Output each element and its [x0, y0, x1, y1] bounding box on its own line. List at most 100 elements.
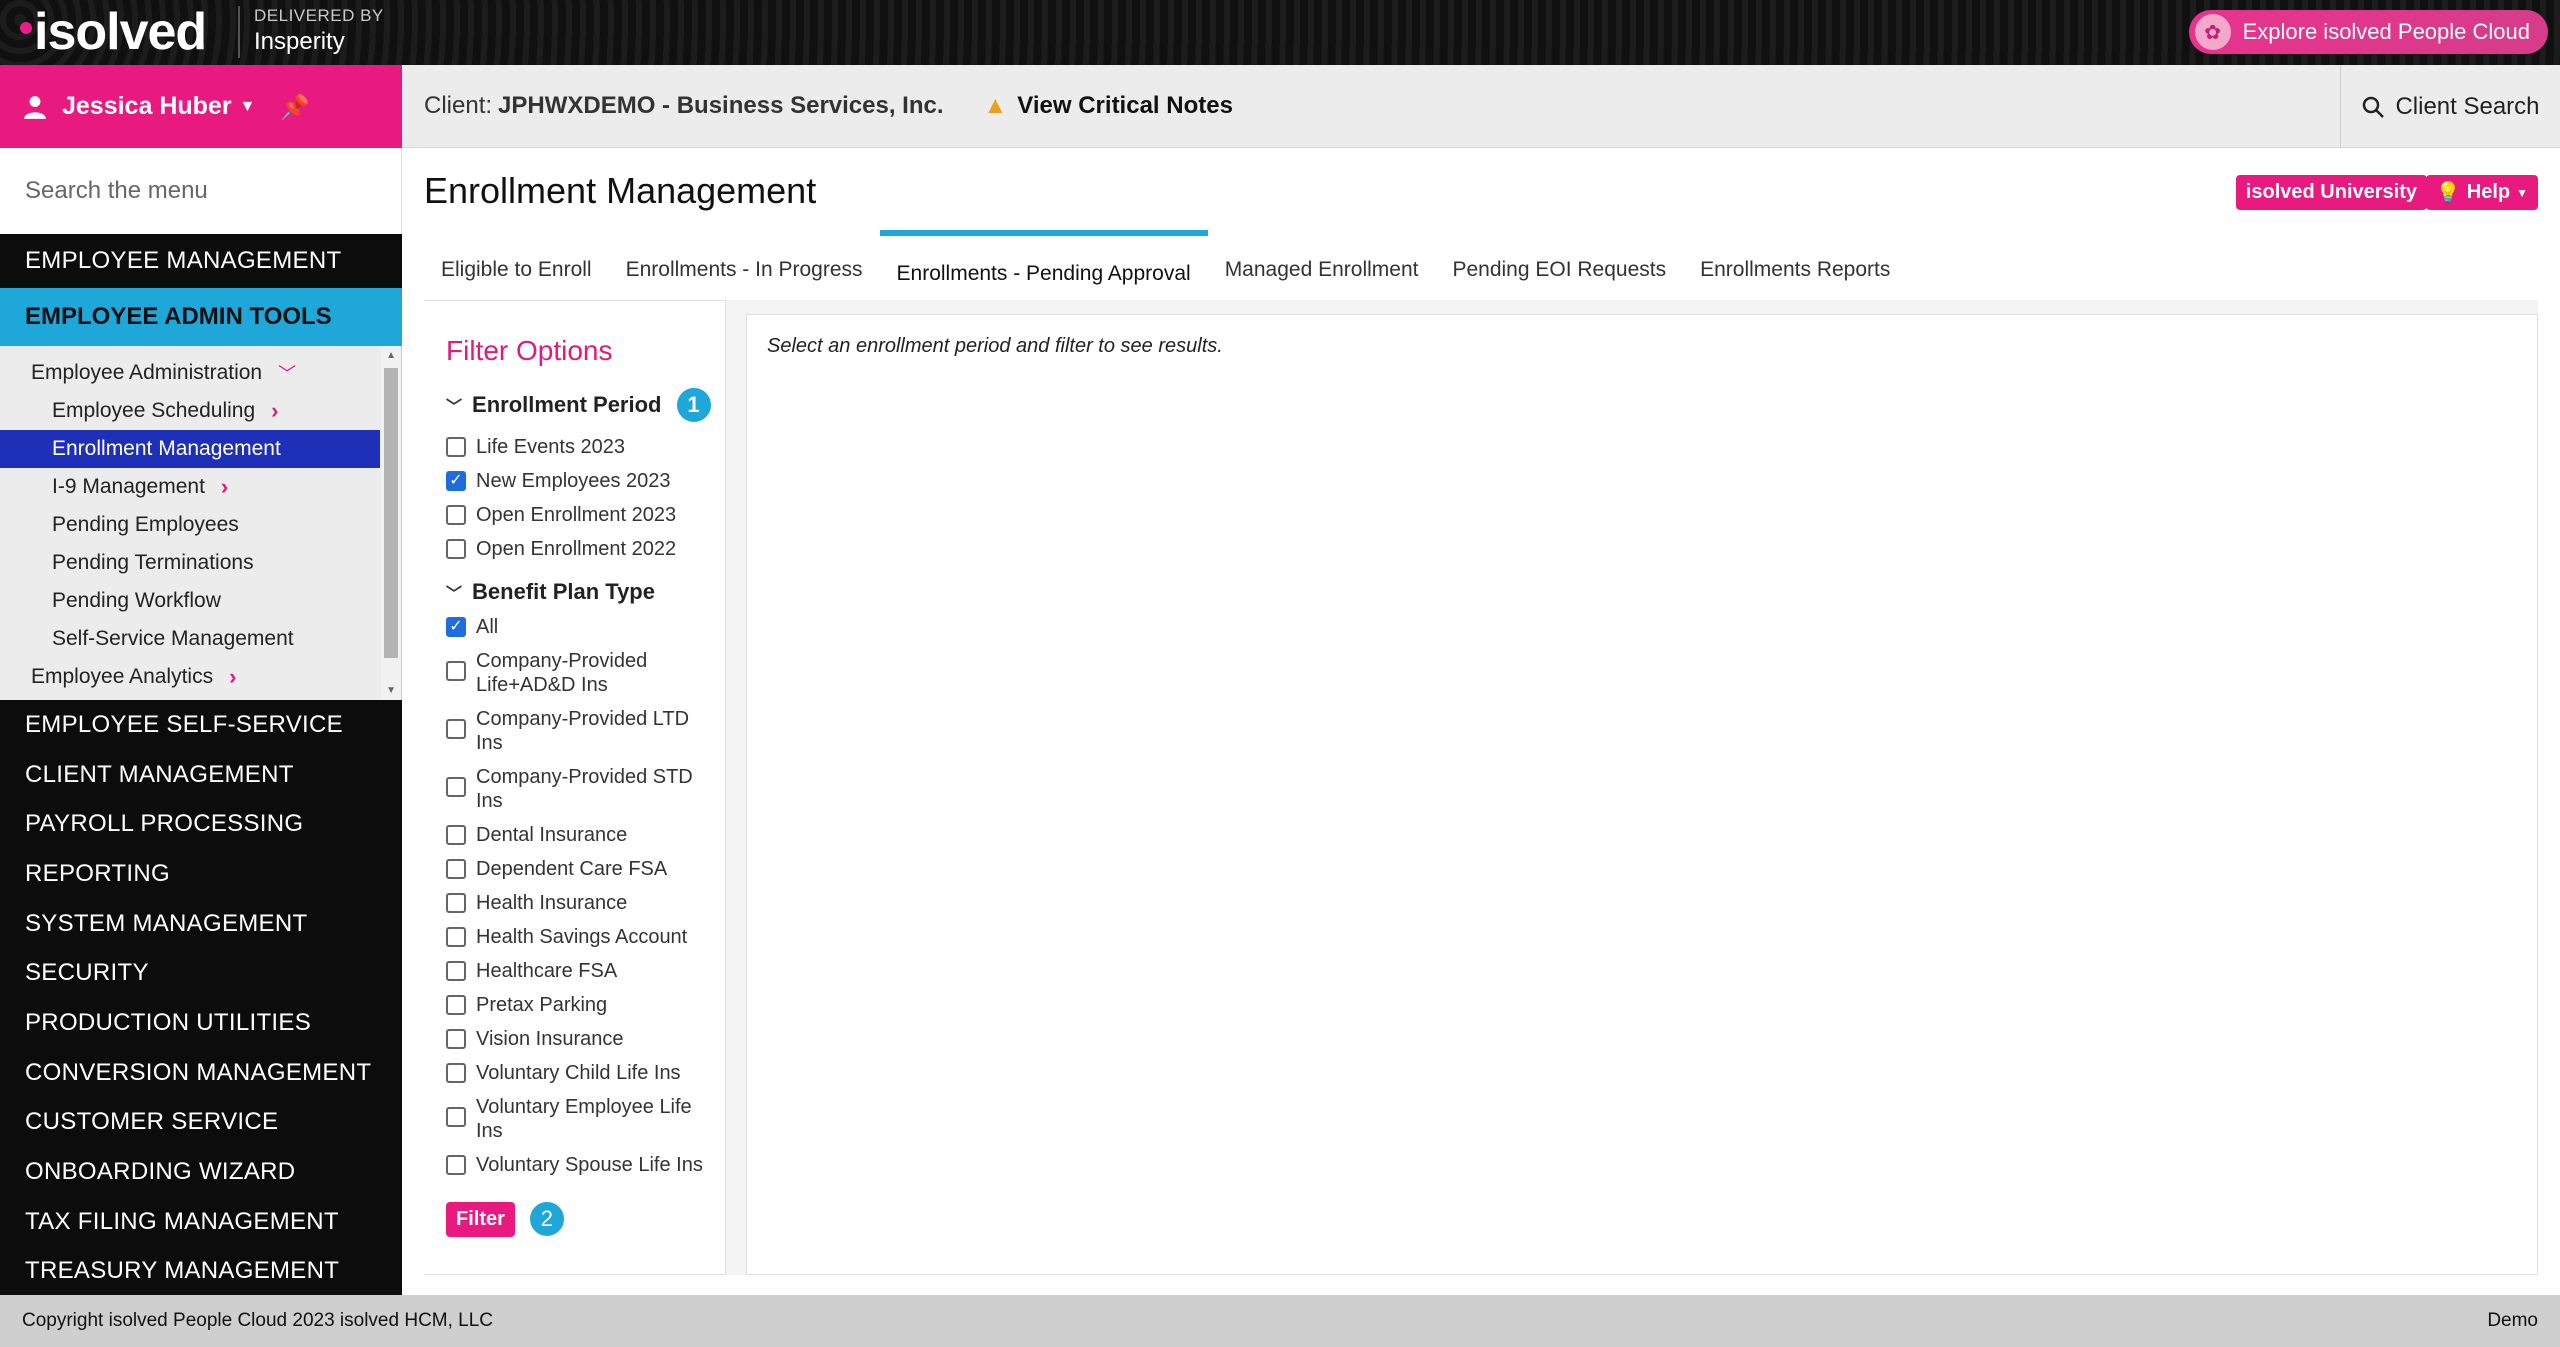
nav-employee-admin-tools[interactable]: EMPLOYEE ADMIN TOOLS [0, 288, 402, 346]
checkbox[interactable] [446, 777, 466, 797]
tab-pending-eoi-requests[interactable]: Pending EOI Requests [1435, 230, 1683, 300]
submenu-label: I-9 Management [52, 475, 205, 498]
filter-action-row: Filter 2 [446, 1199, 725, 1239]
checkbox[interactable] [446, 437, 466, 457]
client-search-button[interactable]: Client Search [2340, 65, 2560, 148]
isolved-logo[interactable]: isolved [20, 2, 207, 62]
results-panel: Select an enrollment period and filter t… [746, 314, 2538, 1275]
plan-option[interactable]: Health Insurance [446, 891, 725, 915]
nav-customer-service[interactable]: CUSTOMER SERVICE [0, 1098, 402, 1148]
period-option[interactable]: Open Enrollment 2023 [446, 503, 725, 527]
checkbox-label: Voluntary Child Life Ins [476, 1062, 681, 1084]
checkbox[interactable] [446, 661, 466, 681]
period-option[interactable]: Life Events 2023 [446, 435, 725, 459]
logo-text: isolved [34, 3, 207, 61]
lightbulb-icon: 💡 [2435, 182, 2461, 204]
help-button[interactable]: 💡 Help ▼ [2425, 175, 2538, 210]
submenu-employee-analytics[interactable]: Employee Analytics › [0, 658, 380, 696]
chevron-right-icon: › [271, 398, 279, 423]
checkbox-label: Pretax Parking [476, 994, 608, 1016]
checkbox[interactable] [446, 1029, 466, 1049]
checkbox-label: Vision Insurance [476, 1028, 624, 1050]
submenu-scrollbar[interactable]: ▲ ▼ [381, 346, 401, 700]
tab-enrollments-reports[interactable]: Enrollments Reports [1683, 230, 1907, 300]
submenu-employee-scheduling[interactable]: Employee Scheduling › [0, 392, 380, 430]
plan-option[interactable]: Pretax Parking [446, 993, 725, 1017]
filter-options-title: Filter Options [446, 335, 613, 366]
plan-option[interactable]: Company-Provided Life+AD&D Ins [446, 649, 725, 697]
scroll-up-icon[interactable]: ▲ [386, 350, 396, 361]
results-message: Select an enrollment period and filter t… [767, 335, 1223, 357]
checkbox[interactable]: ✓ [446, 471, 466, 491]
checkbox[interactable] [446, 825, 466, 845]
checkbox[interactable]: ✓ [446, 617, 466, 637]
nav-reporting[interactable]: REPORTING [0, 849, 402, 899]
enrollment-period-header[interactable]: ﹀ Enrollment Period 1 [446, 385, 725, 425]
plan-option[interactable]: Company-Provided LTD Ins [446, 707, 725, 755]
submenu-i9-management[interactable]: I-9 Management › [0, 468, 380, 506]
submenu-employee-administration[interactable]: Employee Administration ﹀ [0, 354, 380, 392]
nav-onboarding-wizard[interactable]: ONBOARDING WIZARD [0, 1147, 402, 1197]
pin-icon[interactable]: 📌 [280, 93, 310, 122]
scroll-down-icon[interactable]: ▼ [386, 685, 396, 696]
plan-option[interactable]: Healthcare FSA [446, 959, 725, 983]
client-label: Client: [424, 92, 493, 119]
checkbox[interactable] [446, 995, 466, 1015]
checkbox[interactable] [446, 539, 466, 559]
benefit-plan-list: ✓ All Company-Provided Life+AD&D Ins Compan… [446, 615, 725, 1177]
nav-payroll-processing[interactable]: PAYROLL PROCESSING [0, 799, 402, 849]
employee-admin-submenu: Employee Administration ﹀ Employee Sched… [0, 346, 402, 700]
plan-option[interactable]: Vision Insurance [446, 1027, 725, 1051]
plan-option[interactable]: Dependent Care FSA [446, 857, 725, 881]
nav-conversion-management[interactable]: CONVERSION MANAGEMENT [0, 1048, 402, 1098]
checkbox[interactable] [446, 1063, 466, 1083]
enrollment-period-label: Enrollment Period [472, 392, 662, 417]
plan-option[interactable]: Voluntary Child Life Ins [446, 1061, 725, 1085]
checkbox[interactable] [446, 961, 466, 981]
nav-employee-management[interactable]: EMPLOYEE MANAGEMENT [0, 234, 402, 288]
plan-option[interactable]: Health Savings Account [446, 925, 725, 949]
plan-option[interactable]: Voluntary Spouse Life Ins [446, 1153, 725, 1177]
submenu-pending-terminations[interactable]: Pending Terminations [0, 544, 380, 582]
period-option[interactable]: ✓ New Employees 2023 [446, 469, 725, 493]
submenu-pending-employees[interactable]: Pending Employees [0, 506, 380, 544]
tab-enrollments-in-progress[interactable]: Enrollments - In Progress [609, 230, 880, 300]
nav-security[interactable]: SECURITY [0, 948, 402, 998]
submenu-self-service-management[interactable]: Self-Service Management [0, 620, 380, 658]
checkbox[interactable] [446, 1107, 466, 1127]
plan-option[interactable]: Dental Insurance [446, 823, 725, 847]
nav-client-management[interactable]: CLIENT MANAGEMENT [0, 750, 402, 800]
tab-enrollments-pending-approval[interactable]: Enrollments - Pending Approval [879, 230, 1208, 300]
menu-search-input[interactable] [25, 177, 385, 205]
plan-option[interactable]: ✓ All [446, 615, 725, 639]
view-critical-notes-link[interactable]: ▲ View Critical Notes [984, 92, 1233, 120]
submenu-enrollment-management[interactable]: Enrollment Management [0, 430, 380, 468]
nav-production-utilities[interactable]: PRODUCTION UTILITIES [0, 998, 402, 1048]
checkbox[interactable] [446, 859, 466, 879]
plan-option[interactable]: Company-Provided STD Ins [446, 765, 725, 813]
user-menu[interactable]: Jessica Huber ▼ 📌 [0, 65, 402, 148]
checkbox[interactable] [446, 505, 466, 525]
filter-button[interactable]: Filter [446, 1201, 515, 1237]
benefit-plan-type-header[interactable]: ﹀ Benefit Plan Type [446, 579, 725, 605]
plan-option[interactable]: Voluntary Employee Life Ins [446, 1095, 725, 1143]
checkbox[interactable] [446, 719, 466, 739]
scrollbar-thumb[interactable] [384, 368, 398, 658]
submenu-pending-workflow[interactable]: Pending Workflow [0, 582, 380, 620]
checkbox[interactable] [446, 927, 466, 947]
tab-managed-enrollment[interactable]: Managed Enrollment [1208, 230, 1436, 300]
period-option[interactable]: Open Enrollment 2022 [446, 537, 725, 561]
isolved-university-button[interactable]: isolved University [2235, 175, 2427, 210]
checkbox[interactable] [446, 893, 466, 913]
nav-system-management[interactable]: SYSTEM MANAGEMENT [0, 899, 402, 949]
help-label: Help [2466, 181, 2511, 203]
checkbox-label: Health Insurance [476, 892, 628, 914]
nav-tax-filing-management[interactable]: TAX FILING MANAGEMENT [0, 1197, 402, 1247]
checkbox-label: Open Enrollment 2023 [476, 504, 677, 526]
tab-eligible-to-enroll[interactable]: Eligible to Enroll [424, 230, 609, 300]
checkbox-label: New Employees 2023 [476, 470, 671, 492]
checkbox[interactable] [446, 1155, 466, 1175]
nav-treasury-management[interactable]: TREASURY MANAGEMENT [0, 1247, 402, 1297]
explore-people-cloud-button[interactable]: ✿ Explore isolved People Cloud [2188, 10, 2548, 54]
nav-employee-self-service[interactable]: EMPLOYEE SELF-SERVICE [0, 700, 402, 750]
